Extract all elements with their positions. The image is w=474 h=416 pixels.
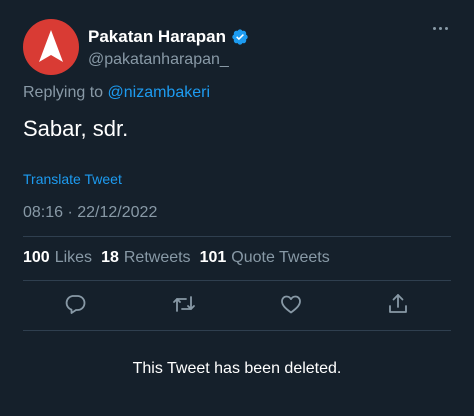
retweet-icon: [173, 296, 195, 312]
more-options-icon[interactable]: [433, 27, 448, 30]
author-handle[interactable]: @pakatanharapan_: [88, 51, 229, 69]
retweets-label: Retweets: [123, 249, 191, 266]
retweets-stat[interactable]: 18 Retweets: [101, 249, 191, 267]
divider: [23, 280, 451, 281]
divider: [23, 236, 451, 237]
reply-button[interactable]: [63, 292, 87, 316]
author-name[interactable]: Pakatan Harapan: [88, 27, 249, 47]
retweets-count: 18: [101, 249, 119, 266]
engagement-stats: 100 Likes 18 Retweets 101 Quote Tweets: [23, 249, 330, 267]
divider: [23, 330, 451, 331]
tweet-timestamp[interactable]: 08:16 · 22/12/2022: [23, 204, 157, 222]
translate-tweet-link[interactable]: Translate Tweet: [23, 171, 122, 187]
likes-label: Likes: [54, 249, 93, 266]
like-icon: [281, 295, 301, 314]
deleted-notice: This Tweet has been deleted.: [132, 360, 342, 377]
reply-icon: [65, 295, 86, 314]
author-name-label: Pakatan Harapan: [88, 27, 226, 46]
share-icon: [389, 294, 407, 313]
retweet-button[interactable]: [172, 292, 196, 316]
likes-count: 100: [23, 249, 50, 266]
likes-stat[interactable]: 100 Likes: [23, 249, 92, 267]
tweet-text: Sabar, sdr.: [23, 116, 129, 141]
quote-tweets-count: 101: [199, 249, 227, 266]
like-button[interactable]: [279, 292, 303, 316]
quote-tweets-stat[interactable]: 101 Quote Tweets: [200, 249, 330, 267]
reply-mention-link[interactable]: @nizambakeri: [108, 84, 211, 101]
ph-logo-icon: [39, 30, 63, 62]
tweet-actions: [0, 292, 474, 316]
quote-tweets-label: Quote Tweets: [231, 249, 330, 266]
avatar[interactable]: [23, 19, 79, 75]
share-button[interactable]: [386, 292, 410, 316]
replying-to-label: Replying to: [23, 84, 104, 101]
verified-badge-icon: [232, 29, 248, 45]
replying-to: Replying to @nizambakeri: [23, 84, 210, 102]
